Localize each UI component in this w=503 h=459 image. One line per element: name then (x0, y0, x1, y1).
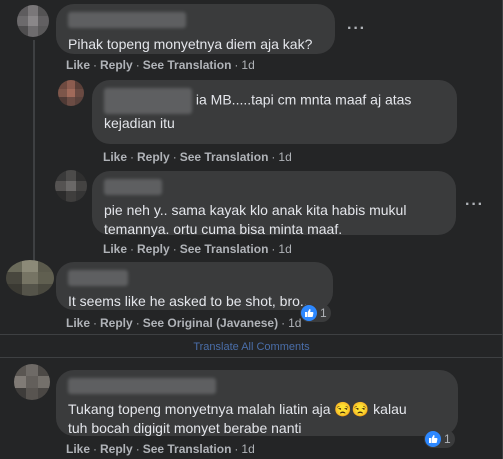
reaction-badge[interactable]: 1 (300, 304, 331, 322)
see-original-link[interactable]: See Original (Javanese) (143, 316, 278, 330)
separator: · (281, 316, 286, 330)
separator: · (130, 150, 135, 164)
comment-actions: Like · Reply · See Original (Javanese) · 1d (66, 316, 301, 330)
avatar[interactable] (17, 5, 49, 37)
comment-bubble: Pihak topeng monyetnya diem aja kak? (56, 4, 335, 54)
commenter-name[interactable] (68, 378, 216, 394)
comment-text-line: Tukang topeng monyetnya malah liatin aja… (68, 401, 407, 417)
commenter-name[interactable] (104, 179, 162, 195)
see-translation-link[interactable]: See Translation (180, 242, 269, 256)
comment-bubble: ia MB.....tapi cm mnta maaf aj atas keja… (92, 80, 457, 144)
like-link[interactable]: Like (66, 442, 90, 456)
thread-line (33, 40, 35, 262)
separator: · (234, 442, 239, 456)
commenter-name[interactable] (68, 12, 186, 28)
separator: · (130, 242, 135, 256)
avatar[interactable] (55, 170, 87, 202)
separator: · (172, 150, 177, 164)
see-translation-link[interactable]: See Translation (143, 58, 232, 72)
divider (0, 334, 503, 335)
comment-bubble: Tukang topeng monyetnya malah liatin aja… (56, 370, 458, 436)
more-options-icon[interactable]: ··· (347, 20, 366, 38)
see-translation-link[interactable]: See Translation (143, 442, 232, 456)
separator: · (135, 58, 140, 72)
comment-actions: Like · Reply · See Translation · 1d (103, 242, 292, 256)
separator: · (93, 58, 98, 72)
avatar[interactable] (6, 260, 54, 296)
avatar[interactable] (14, 364, 50, 400)
separator: · (271, 150, 276, 164)
comment-text: It seems like he asked to be shot, bro..… (68, 293, 312, 309)
reply-link[interactable]: Reply (137, 242, 170, 256)
like-link[interactable]: Like (66, 58, 90, 72)
comment-bubble: pie neh y.. sama kayak klo anak kita hab… (92, 171, 456, 237)
like-link[interactable]: Like (103, 242, 127, 256)
separator: · (172, 242, 177, 256)
divider (0, 357, 503, 358)
comment-actions: Like · Reply · See Translation · 1d (66, 442, 255, 456)
like-reaction-icon (301, 305, 317, 321)
reaction-count: 1 (320, 306, 327, 320)
reply-link[interactable]: Reply (100, 442, 133, 456)
like-link[interactable]: Like (103, 150, 127, 164)
reply-link[interactable]: Reply (100, 58, 133, 72)
separator: · (93, 316, 98, 330)
timestamp[interactable]: 1d (278, 150, 291, 164)
separator: · (271, 242, 276, 256)
comment-text-line: ia MB.....tapi cm mnta maaf aj atas (195, 91, 412, 108)
like-link[interactable]: Like (66, 316, 90, 330)
separator: · (135, 442, 140, 456)
reaction-count: 1 (444, 432, 451, 446)
comment-actions: Like · Reply · See Translation · 1d (103, 150, 292, 164)
reaction-badge[interactable]: 1 (424, 430, 455, 448)
comment-text: Pihak topeng monyetnya diem aja kak? (68, 36, 313, 52)
timestamp[interactable]: 1d (278, 242, 291, 256)
avatar[interactable] (58, 80, 84, 106)
comment-text-line: temannya. ortu cuma bisa minta maaf. (104, 221, 343, 237)
comment-text-line: kejadian itu (104, 115, 175, 131)
commenter-name[interactable] (68, 270, 128, 286)
timestamp[interactable]: 1d (241, 442, 254, 456)
reply-link[interactable]: Reply (137, 150, 170, 164)
more-options-icon[interactable]: ··· (465, 196, 484, 214)
translate-all-comments-link[interactable]: Translate All Comments (0, 341, 503, 353)
reply-link[interactable]: Reply (100, 316, 133, 330)
comment-bubble: It seems like he asked to be shot, bro..… (56, 262, 333, 310)
comment-text-line: pie neh y.. sama kayak klo anak kita hab… (104, 202, 407, 218)
separator: · (135, 316, 140, 330)
comment-text-line: tuh bocah digigit monyet berabe nanti (68, 420, 302, 436)
separator: · (234, 58, 239, 72)
separator: · (93, 442, 98, 456)
timestamp[interactable]: 1d (288, 316, 301, 330)
comments-panel: Pihak topeng monyetnya diem aja kak? ···… (0, 0, 503, 459)
comment-actions: Like · Reply · See Translation · 1d (66, 58, 255, 72)
commenter-name[interactable] (104, 88, 192, 114)
like-reaction-icon (425, 431, 441, 447)
timestamp[interactable]: 1d (241, 58, 254, 72)
see-translation-link[interactable]: See Translation (180, 150, 269, 164)
